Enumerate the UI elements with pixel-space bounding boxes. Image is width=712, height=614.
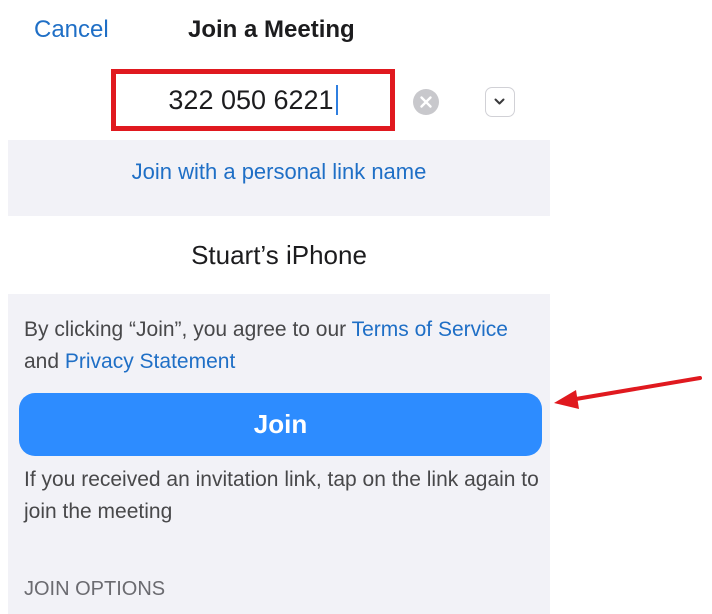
terms-prefix-text: By clicking “Join”, you agree to our	[24, 318, 352, 341]
terms-conjunction-text: and	[24, 350, 65, 373]
display-name-row: Stuart’s iPhone	[8, 216, 550, 294]
meeting-history-dropdown-button[interactable]	[485, 87, 515, 117]
screenshot-stage: Cancel Join a Meeting 322 050 6221 Join …	[0, 0, 712, 614]
cancel-button[interactable]: Cancel	[34, 16, 109, 44]
meeting-id-input[interactable]: 322 050 6221	[111, 69, 395, 131]
chevron-down-icon	[494, 98, 505, 105]
arrow-left-icon	[554, 376, 702, 409]
join-with-personal-link-button[interactable]: Join with a personal link name	[8, 140, 550, 212]
text-cursor	[335, 85, 338, 115]
meeting-id-value: 322 050 6221	[168, 84, 334, 115]
join-button[interactable]: Join	[19, 393, 542, 456]
display-name-input[interactable]: Stuart’s iPhone	[8, 216, 550, 294]
page-title: Join a Meeting	[188, 16, 355, 43]
join-options-section-header: JOIN OPTIONS	[24, 578, 166, 600]
invitation-hint-text: If you received an invitation link, tap …	[24, 468, 539, 523]
terms-notice: By clicking “Join”, you agree to our Ter…	[24, 314, 534, 378]
join-meeting-screen: Cancel Join a Meeting 322 050 6221 Join …	[8, 0, 550, 614]
clear-x-icon	[420, 96, 432, 108]
privacy-statement-link[interactable]: Privacy Statement	[65, 350, 235, 373]
terms-of-service-link[interactable]: Terms of Service	[352, 318, 508, 341]
clear-icon[interactable]	[413, 89, 439, 115]
navigation-bar: Cancel Join a Meeting	[8, 0, 550, 62]
meeting-id-row: 322 050 6221	[8, 62, 550, 140]
